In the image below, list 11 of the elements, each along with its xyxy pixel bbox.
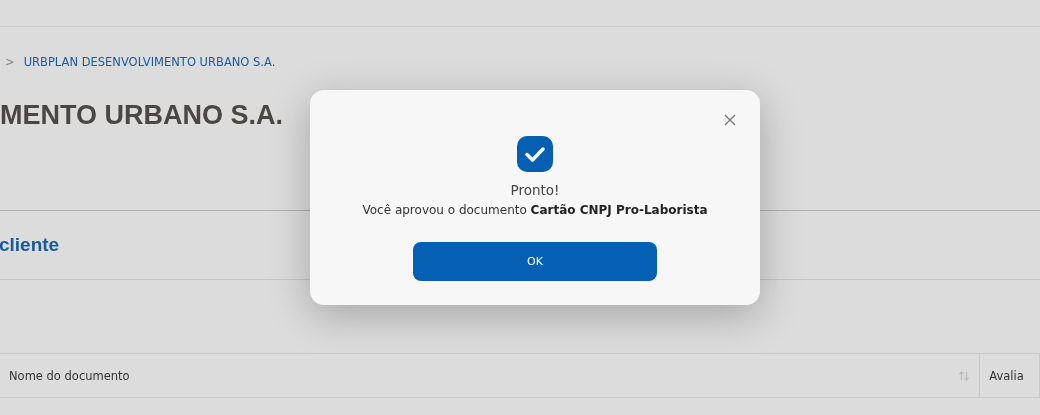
column-header[interactable]: Nome do documento xyxy=(0,354,981,397)
close-button[interactable] xyxy=(722,112,738,128)
page-heading: MENTO URBANO S.A. xyxy=(0,100,283,131)
section-title: cliente xyxy=(0,234,60,256)
breadcrumb-link[interactable]: URBPLAN DESENVOLVIMENTO URBANO S.A. xyxy=(23,55,276,69)
ok-button[interactable]: OK xyxy=(413,242,657,281)
dialog-title: Pronto! xyxy=(510,182,560,198)
dialog-message: Você aprovou o documento Cartão CNPJ Pro-Laborista xyxy=(362,203,708,217)
column-header[interactable]: Avalia xyxy=(980,354,1040,397)
check-icon xyxy=(517,136,553,172)
breadcrumb-separator: > xyxy=(5,55,15,69)
